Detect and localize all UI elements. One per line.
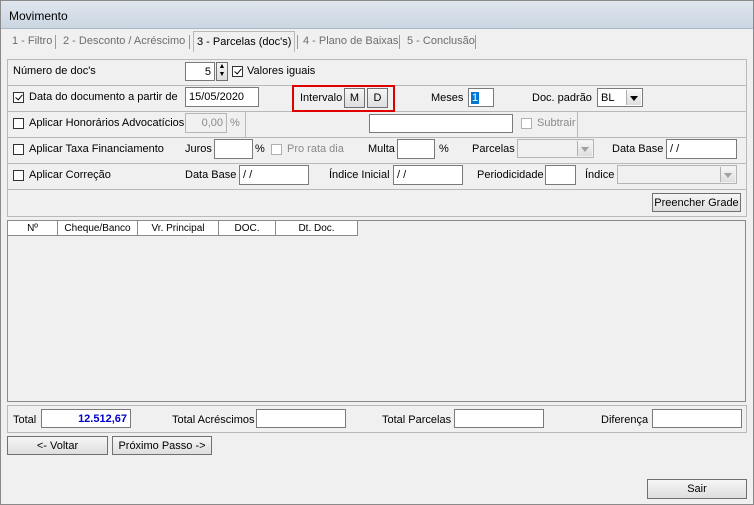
tab-parcelas[interactable]: 3 - Parcelas (doc's) <box>193 31 296 52</box>
voltar-button[interactable]: <- Voltar <box>7 436 108 455</box>
proximo-passo-button[interactable]: Próximo Passo -> <box>112 436 212 455</box>
intervalo-m-button[interactable]: M <box>344 88 365 108</box>
data-doc-input[interactable]: 15/05/2020 <box>185 87 259 107</box>
indice-inicial-label: Índice Inicial <box>329 169 390 181</box>
intervalo-label: Intervalo <box>300 92 343 104</box>
multa-label: Multa <box>368 143 395 155</box>
doc-padrao-select[interactable]: BL <box>597 88 643 107</box>
juros-unit: % <box>255 143 265 155</box>
diferenca-value <box>652 409 742 428</box>
data-doc-label: Data do documento a partir de <box>29 91 178 103</box>
tab-conclusao[interactable]: 5 - Conclusão <box>407 33 475 50</box>
meses-value: 1 <box>471 92 480 104</box>
window-title: Movimento <box>9 9 68 23</box>
total-label: Total <box>13 414 37 426</box>
taxa-financiamento-checkbox[interactable] <box>13 144 24 155</box>
grid-header-cheque-banco[interactable]: Cheque/Banco <box>58 221 138 236</box>
total-parcelas-label: Total Parcelas <box>382 414 452 426</box>
correcao-checkbox[interactable] <box>13 170 24 181</box>
tab-filtro[interactable]: 1 - Filtro <box>12 33 52 50</box>
num-docs-spinner[interactable]: ▲ ▼ <box>216 62 228 81</box>
preencher-grade-button[interactable]: Preencher Grade <box>652 193 741 212</box>
movimento-window: Movimento 1 - Filtro 2 - Desconto / Acré… <box>0 0 754 505</box>
pro-rata-label: Pro rata dia <box>287 143 344 155</box>
data-base-input[interactable]: / / <box>666 139 737 159</box>
correcao-data-base-input[interactable]: / / <box>239 165 309 185</box>
honorarios-unit: % <box>230 117 240 129</box>
sair-button[interactable]: Sair <box>647 479 747 499</box>
meses-label: Meses <box>431 92 464 104</box>
chevron-down-icon[interactable] <box>577 141 592 156</box>
indice-label: Índice <box>585 169 615 181</box>
pro-rata-checkbox[interactable] <box>271 144 282 155</box>
multa-input[interactable] <box>397 139 435 159</box>
doc-padrao-label: Doc. padrão <box>532 92 592 104</box>
tab-plano-baixas[interactable]: 4 - Plano de Baixas <box>303 33 398 50</box>
honorarios-input[interactable]: 0,00 <box>185 113 227 133</box>
correcao-label: Aplicar Correção <box>29 169 111 181</box>
taxa-financiamento-label: Aplicar Taxa Financiamento <box>29 143 164 155</box>
data-base-label: Data Base <box>612 143 664 155</box>
tab-desconto-acrescimo[interactable]: 2 - Desconto / Acréscimo <box>63 33 185 50</box>
parcelas-grid[interactable]: Nº Cheque/Banco Vr. Principal DOC. Dt. D… <box>7 220 746 402</box>
diferenca-label: Diferença <box>601 414 649 426</box>
grid-header-vr-principal[interactable]: Vr. Principal <box>138 221 219 236</box>
chevron-down-icon[interactable] <box>626 90 641 105</box>
honorarios-desc-input[interactable] <box>369 114 513 133</box>
indice-inicial-input[interactable]: / / <box>393 165 463 185</box>
valores-iguais-checkbox[interactable] <box>232 66 243 77</box>
juros-label: Juros <box>185 143 212 155</box>
total-acrescimos-label: Total Acréscimos <box>172 414 255 426</box>
total-value: 12.512,67 <box>41 409 131 428</box>
periodicidade-input[interactable] <box>545 165 576 185</box>
juros-input[interactable] <box>214 139 253 159</box>
grid-header-doc[interactable]: DOC. <box>219 221 276 236</box>
total-acrescimos-value <box>256 409 346 428</box>
honorarios-label: Aplicar Honorários Advocatícios <box>29 117 185 129</box>
doc-padrao-value: BL <box>601 92 615 104</box>
periodicidade-label: Periodicidade <box>477 169 544 181</box>
parcelas-select[interactable] <box>517 139 594 158</box>
parcelas-form-panel <box>7 59 747 217</box>
multa-unit: % <box>439 143 449 155</box>
data-doc-checkbox[interactable] <box>13 92 24 103</box>
total-parcelas-value <box>454 409 544 428</box>
title-bar: Movimento <box>1 1 753 29</box>
indice-select[interactable] <box>617 165 737 184</box>
honorarios-checkbox[interactable] <box>13 118 24 129</box>
valores-iguais-label: Valores iguais <box>247 65 316 77</box>
num-docs-label: Número de doc's <box>13 65 96 77</box>
parcelas-label: Parcelas <box>472 143 515 155</box>
intervalo-d-button[interactable]: D <box>367 88 388 108</box>
subtrair-label: Subtrair <box>537 117 576 129</box>
grid-header-dt-doc[interactable]: Dt. Doc. <box>276 221 358 236</box>
correcao-data-base-label: Data Base <box>185 169 237 181</box>
grid-header-num[interactable]: Nº <box>8 221 58 236</box>
chevron-down-icon[interactable] <box>720 167 735 182</box>
num-docs-input[interactable]: 5 <box>185 62 215 81</box>
subtrair-checkbox[interactable] <box>521 118 532 129</box>
meses-input[interactable]: 1 <box>468 88 494 107</box>
